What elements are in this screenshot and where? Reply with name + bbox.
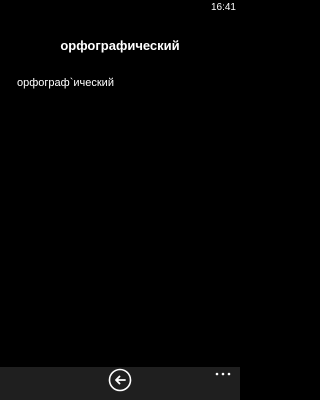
app-bar — [0, 367, 240, 400]
back-arrow-circle-icon — [108, 368, 132, 392]
status-time: 16:41 — [210, 2, 236, 13]
back-button[interactable] — [108, 368, 132, 392]
ellipsis-icon — [215, 372, 231, 376]
stressed-word-text: орфограф`ический — [17, 77, 114, 89]
page-title: орфографический — [60, 38, 180, 53]
status-bar: 16:41 — [0, 0, 240, 16]
more-button[interactable] — [213, 369, 233, 379]
